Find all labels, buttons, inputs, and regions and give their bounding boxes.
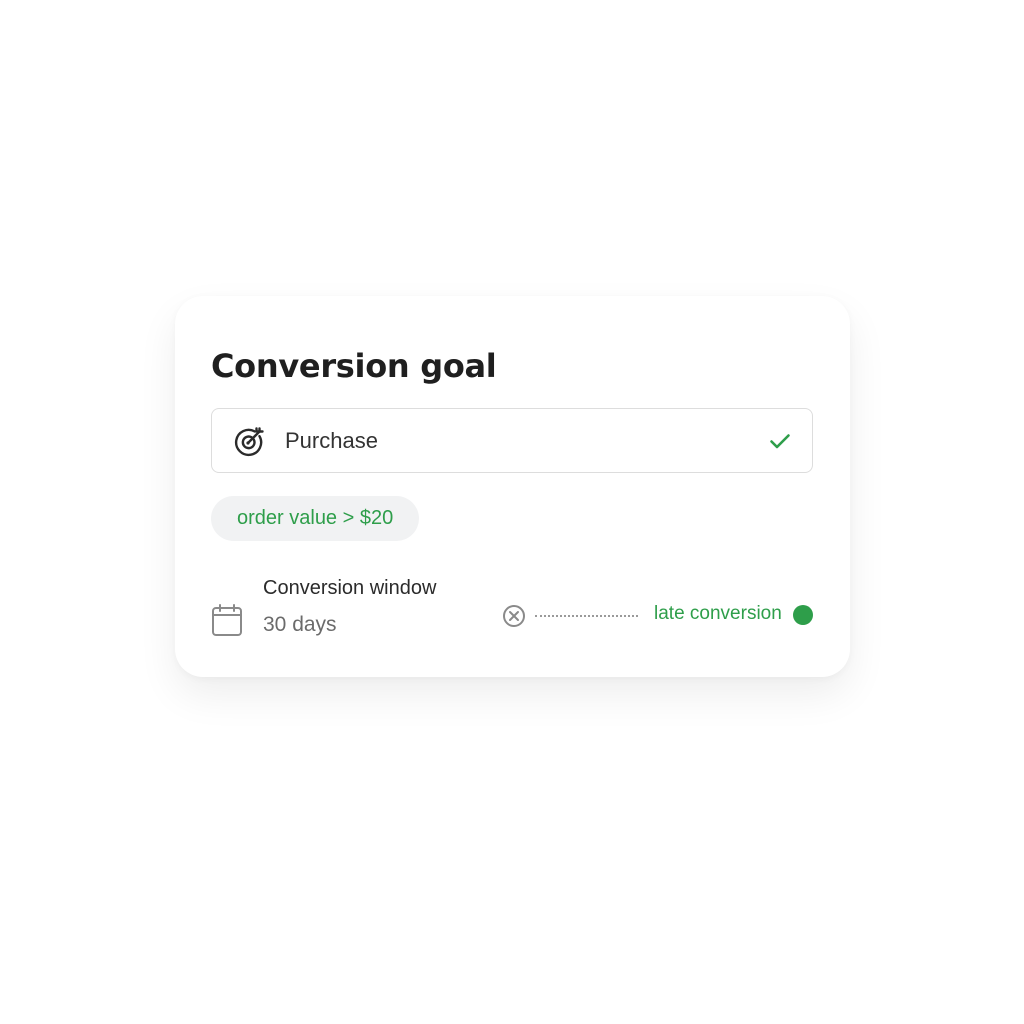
late-conversion-status-dot [793, 605, 813, 625]
timeline-connector [535, 615, 638, 617]
goal-select[interactable]: Purchase [211, 408, 813, 473]
conversion-window-label: Conversion window [263, 577, 437, 599]
x-circle-icon[interactable] [502, 604, 526, 628]
goal-label: Purchase [285, 428, 378, 453]
check-icon [768, 429, 792, 453]
order-value-filter-chip[interactable]: order value > $20 [211, 496, 420, 541]
card-title: Conversion goal [211, 347, 497, 385]
late-conversion-label: late conversion [654, 603, 782, 624]
calendar-icon [211, 603, 243, 637]
target-icon [232, 423, 268, 459]
conversion-window-value[interactable]: 30 days [263, 612, 337, 638]
page-background: Conversion goal Purchase order value > $… [0, 0, 1024, 1024]
conversion-goal-card: Conversion goal Purchase order value > $… [175, 296, 850, 677]
